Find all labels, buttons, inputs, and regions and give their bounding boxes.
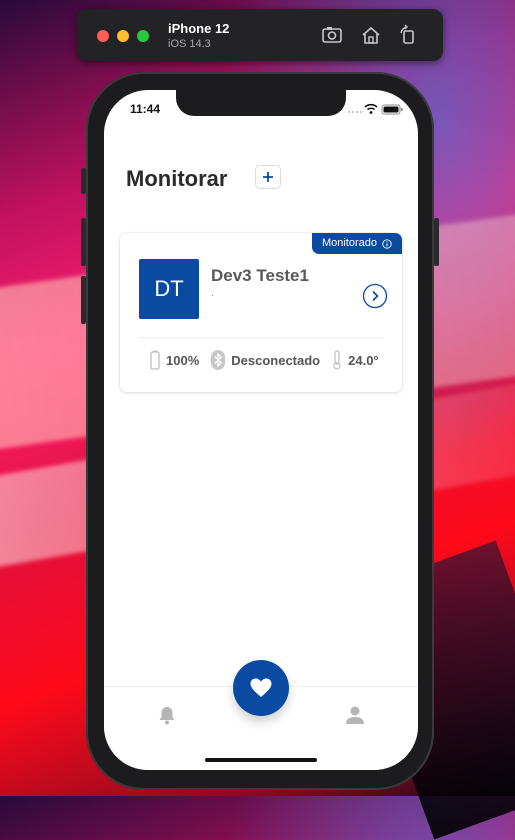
bluetooth-status: Desconectado [231,352,321,368]
plus-icon [263,172,273,182]
mute-switch [81,168,86,194]
rotate-icon[interactable] [397,24,419,46]
device-name: Dev3 Teste1 [211,266,309,285]
status-badge[interactable]: Monitorado [311,233,402,254]
notch [176,90,346,116]
device-stats: 100% Desconectado 24.0° [150,350,391,370]
wifi-icon [364,103,378,114]
simulator-toolbar: iPhone 12 iOS 14.3 [77,9,443,61]
page-title: Monitorar [126,166,228,191]
thermometer-icon [333,350,341,370]
battery-icon [381,104,403,115]
volume-down-button [81,276,86,324]
profile-icon[interactable] [344,704,366,726]
phone-screen: 11:44 Monitorar Monitorado DT Dev3 Teste… [104,90,418,770]
notifications-icon[interactable] [156,704,178,726]
home-icon[interactable] [360,24,382,46]
battery-level-icon [150,350,160,370]
battery-value: 100% [166,352,200,368]
monitor-fab-button[interactable] [233,660,289,716]
simulator-os-version: iOS 14.3 [168,38,211,50]
volume-up-button [81,218,86,266]
close-window-button[interactable] [97,30,109,42]
home-indicator [205,758,317,762]
card-divider [138,337,384,338]
power-button [434,218,439,266]
open-device-button[interactable] [362,283,388,309]
heart-icon [250,678,272,697]
add-device-button[interactable] [255,165,281,189]
minimize-window-button[interactable] [117,30,129,42]
device-card[interactable]: Monitorado DT Dev3 Teste1 . 100% Descone… [120,233,402,392]
device-avatar: DT [139,259,199,319]
status-time: 11:44 [130,102,161,116]
status-badge-label: Monitorado [321,237,377,249]
battery-stat: 100% [150,350,199,370]
temperature-stat: 24.0° [332,350,379,370]
temperature-value: 24.0° [348,352,379,368]
simulator-device-name: iPhone 12 [168,21,230,36]
info-icon [382,238,392,249]
screenshot-icon[interactable] [321,24,343,46]
zoom-window-button[interactable] [137,30,149,42]
bluetooth-icon [211,350,226,370]
bluetooth-stat: Desconectado [211,350,320,370]
device-subtitle: . [211,288,214,299]
chevron-right-icon [362,283,388,309]
signal-icon [348,111,362,113]
status-icons [346,102,404,120]
